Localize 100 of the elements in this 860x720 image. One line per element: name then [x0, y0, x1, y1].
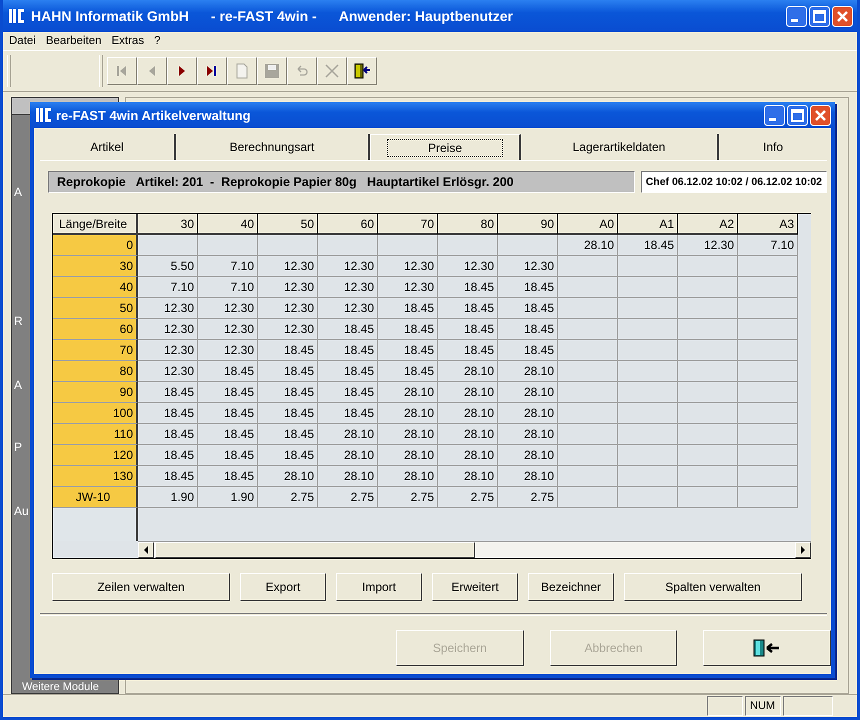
column-header: Länge/Breite	[53, 214, 138, 235]
dialog-title: re-FAST 4win Artikelverwaltung	[56, 108, 252, 122]
table-cell: 7.10	[138, 277, 198, 298]
table-cell: 18.45	[498, 319, 558, 340]
table-cell: 18.45	[498, 277, 558, 298]
table-cell: 28.10	[438, 403, 498, 424]
table-cell: 18.45	[138, 424, 198, 445]
table-cell	[558, 403, 618, 424]
maximize-icon[interactable]	[809, 6, 830, 26]
action-button[interactable]: Zeilen verwalten	[52, 573, 230, 601]
table-cell	[678, 277, 738, 298]
table-cell	[738, 382, 798, 403]
table-cell	[558, 466, 618, 487]
table-cell: 28.10	[498, 403, 558, 424]
column-header: A1	[618, 214, 678, 235]
table-cell	[738, 403, 798, 424]
logo-icon	[36, 107, 52, 123]
exit-button[interactable]	[703, 630, 832, 666]
status-panel	[707, 696, 743, 716]
table-cell	[618, 424, 678, 445]
table-cell: 18.45	[258, 361, 318, 382]
window-title: - re-FAST 4win -	[210, 8, 317, 24]
table-cell: 28.10	[438, 445, 498, 466]
previous-icon	[149, 66, 155, 76]
toolbar-button[interactable]	[167, 57, 197, 85]
table-cell	[738, 487, 798, 508]
table-cell	[678, 403, 738, 424]
action-button[interactable]: Bezeichner	[528, 573, 614, 601]
table-cell: 12.30	[378, 277, 438, 298]
table-cell: 2.75	[378, 487, 438, 508]
menu-item[interactable]: Bearbeiten	[46, 35, 102, 47]
table-cell	[318, 235, 378, 256]
table-cell: 18.45	[318, 340, 378, 361]
maximize-icon[interactable]	[787, 104, 808, 126]
table-cell: 12.30	[498, 256, 558, 277]
action-button[interactable]: Export	[240, 573, 326, 601]
table-cell: 1.90	[138, 487, 198, 508]
table-cell: 28.10	[318, 466, 378, 487]
table-cell	[738, 298, 798, 319]
scrollbar-thumb[interactable]	[155, 542, 475, 558]
menu-item[interactable]: ?	[154, 35, 160, 47]
tab[interactable]: Preise	[370, 134, 521, 160]
close-icon[interactable]	[832, 6, 853, 26]
logo-icon	[9, 8, 25, 24]
table-cell: 12.30	[318, 277, 378, 298]
table-cell: 18.45	[438, 277, 498, 298]
scroll-left-icon[interactable]	[143, 546, 149, 554]
table-cell: 18.45	[198, 403, 258, 424]
table-cell: 28.10	[378, 445, 438, 466]
table-cell: 12.30	[138, 361, 198, 382]
minimize-icon[interactable]	[764, 104, 785, 126]
table-cell: 18.45	[498, 298, 558, 319]
column-header: 60	[318, 214, 378, 235]
edit-stamp: Chef 06.12.02 10:02 / 06.12.02 10:02	[640, 171, 827, 193]
table-cell: 18.45	[318, 382, 378, 403]
table-cell: 2.75	[258, 487, 318, 508]
row-header: 50	[53, 298, 138, 319]
table-cell	[678, 424, 738, 445]
table-cell	[618, 403, 678, 424]
table-cell: 12.30	[378, 256, 438, 277]
horizontal-scrollbar[interactable]	[138, 541, 811, 558]
table-cell: 12.30	[258, 277, 318, 298]
table-cell: 18.45	[258, 445, 318, 466]
article-info: Reprokopie Artikel: 201 - Reprokopie Papier 80g Hauptartikel Erlösgr. 200	[48, 171, 635, 193]
window-title: HAHN Informatik GmbH	[31, 8, 189, 24]
action-button[interactable]: Spalten verwalten	[624, 573, 802, 601]
table-cell: 5.50	[138, 256, 198, 277]
scroll-right-icon[interactable]	[800, 546, 806, 554]
toolbar-button[interactable]	[347, 57, 377, 85]
table-cell	[618, 382, 678, 403]
column-header: A2	[678, 214, 738, 235]
menu-item[interactable]: Extras	[111, 35, 144, 47]
table-cell: 18.45	[498, 340, 558, 361]
column-header: 30	[138, 214, 198, 235]
table-cell: 18.45	[138, 466, 198, 487]
table-cell: 18.45	[318, 403, 378, 424]
table-cell: 18.45	[258, 424, 318, 445]
table-cell: 18.45	[318, 319, 378, 340]
table-cell	[678, 445, 738, 466]
table-cell	[258, 235, 318, 256]
table-cell: 12.30	[198, 319, 258, 340]
table-cell: 18.45	[378, 319, 438, 340]
table-cell: 12.30	[258, 298, 318, 319]
sidebar-item[interactable]: Weitere Module	[12, 682, 118, 693]
table-cell	[618, 361, 678, 382]
status-text: NUM	[745, 696, 781, 716]
menu-item[interactable]: Datei	[9, 35, 36, 47]
row-header: 80	[53, 361, 138, 382]
minimize-icon[interactable]	[786, 6, 807, 26]
table-cell: 12.30	[198, 298, 258, 319]
action-button[interactable]: Import	[336, 573, 422, 601]
table-cell: 18.45	[198, 445, 258, 466]
table-cell: 12.30	[258, 256, 318, 277]
toolbar-button[interactable]	[197, 57, 227, 85]
table-cell	[678, 340, 738, 361]
table-cell	[738, 319, 798, 340]
row-header: JW-10	[53, 487, 138, 508]
action-button[interactable]: Erweitert	[432, 573, 518, 601]
last-record-icon	[207, 66, 216, 76]
close-icon[interactable]	[810, 104, 831, 126]
